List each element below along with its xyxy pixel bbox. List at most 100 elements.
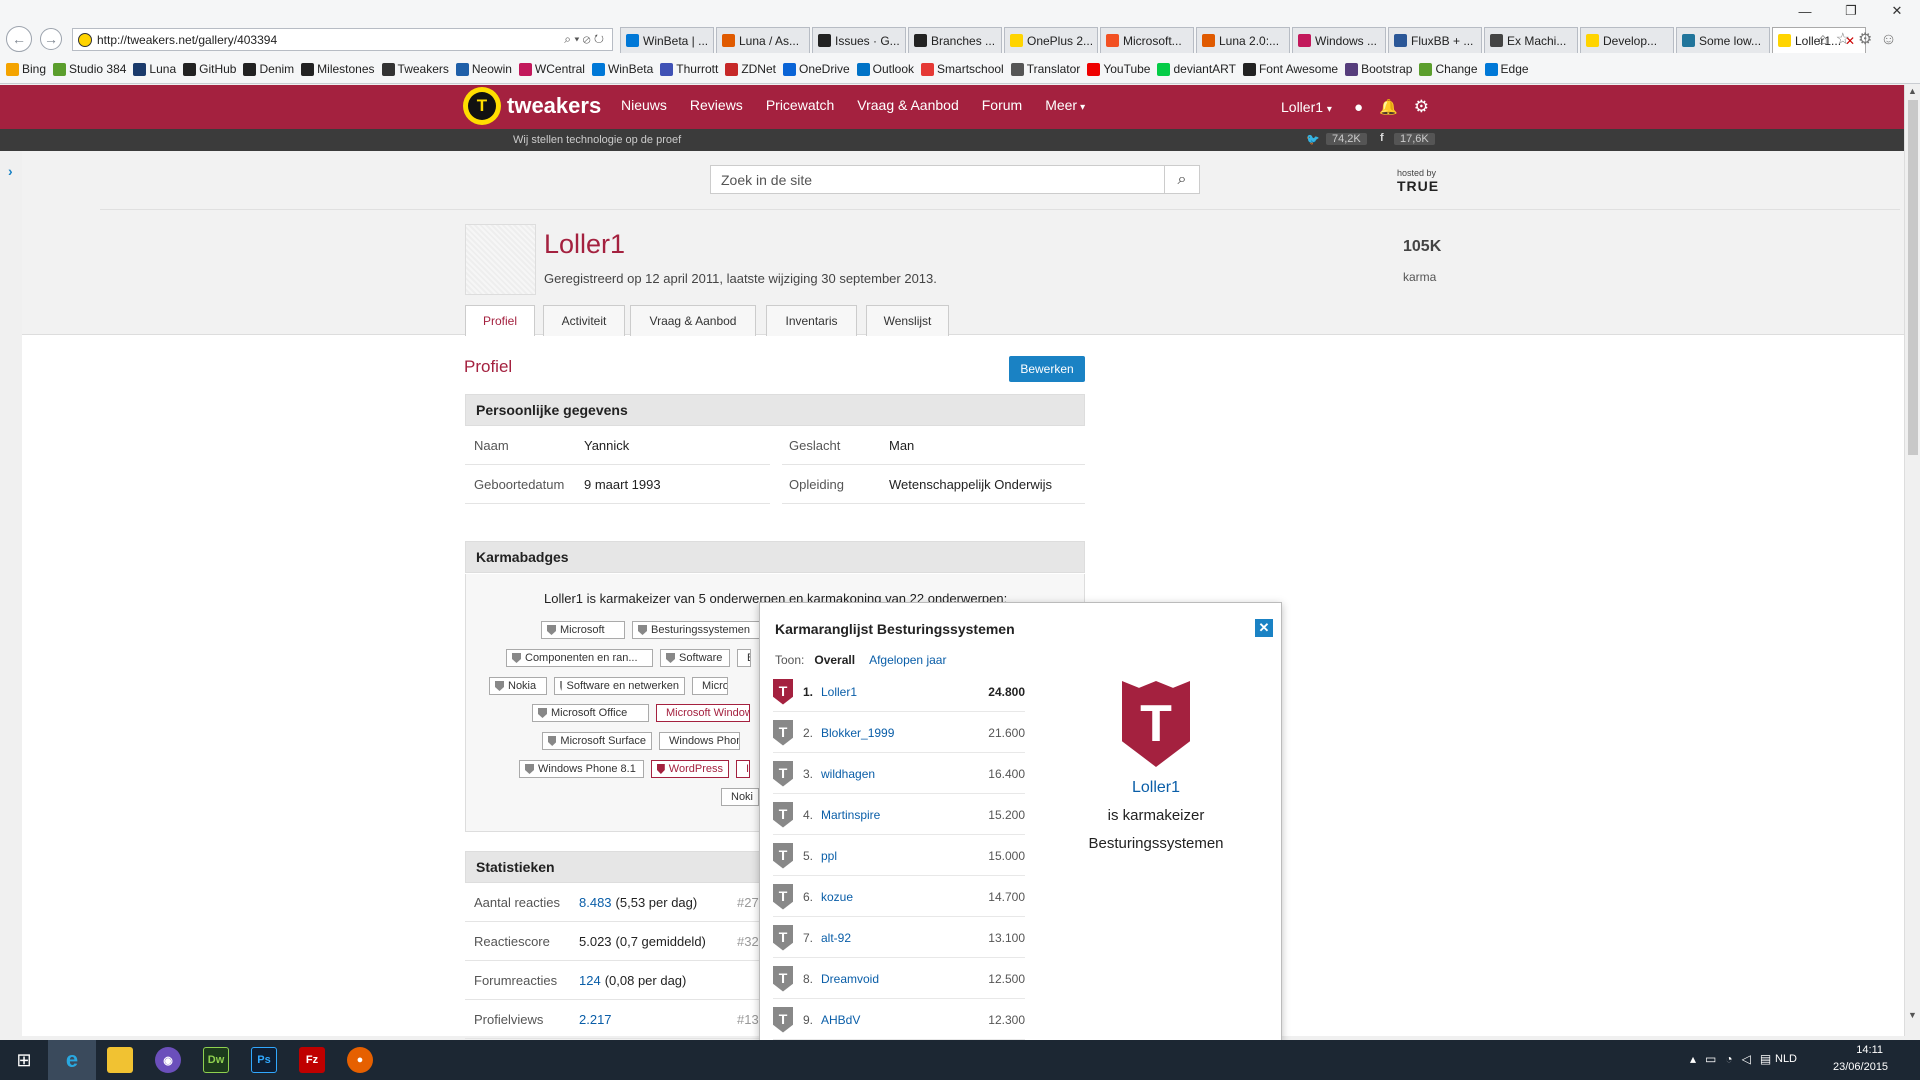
rank-user-link[interactable]: alt-92 [821, 931, 988, 945]
browser-tab[interactable]: Luna / As... [716, 27, 810, 53]
browser-tab[interactable]: Issues · G... [812, 27, 906, 53]
sidebar-expand-icon[interactable]: › [8, 163, 13, 179]
favorite-item[interactable]: Outlook [856, 62, 914, 76]
browser-tab[interactable]: WinBeta | ... [620, 27, 714, 53]
address-bar[interactable]: http://tweakers.net/gallery/403394 ⌕ ▾ ⊘… [72, 28, 613, 51]
favorite-item[interactable]: Luna [133, 62, 176, 76]
nav-item[interactable]: Reviews [690, 97, 743, 113]
scroll-up-icon[interactable]: ▲ [1908, 86, 1917, 96]
favorite-item[interactable]: deviantART [1157, 62, 1236, 76]
browser-tab[interactable]: FluxBB + ... [1388, 27, 1482, 53]
karma-badge[interactable]: Nokia [489, 677, 547, 695]
stat-value[interactable]: 5.023 [579, 934, 612, 949]
rank-user-link[interactable]: ppl [821, 849, 988, 863]
browser-tab[interactable]: Windows ... [1292, 27, 1386, 53]
bell-icon[interactable]: 🔔 [1379, 98, 1398, 116]
favorite-item[interactable]: Tweakers [381, 62, 449, 76]
favorites-star-icon[interactable]: ☆ [1836, 31, 1858, 48]
favorite-item[interactable]: OneDrive [782, 62, 850, 76]
search-input[interactable]: Zoek in de site [710, 165, 1200, 194]
tab-activiteit[interactable]: Activiteit [543, 305, 625, 336]
favorite-item[interactable]: Thurrott [660, 62, 718, 76]
back-button[interactable]: ← [6, 26, 32, 52]
karma-badge[interactable]: Software [660, 649, 730, 667]
karma-badge[interactable]: Microsoft Office [532, 704, 649, 722]
stat-value[interactable]: 124 [579, 973, 601, 988]
nav-item[interactable]: Meer ▾ [1045, 97, 1085, 113]
browser-tab[interactable]: Ex Machi... [1484, 27, 1578, 53]
smiley-icon[interactable]: ☺ [1880, 31, 1904, 48]
taskbar-firefox[interactable]: ● [336, 1040, 384, 1080]
karma-badge[interactable]: Noki [721, 788, 759, 806]
address-actions-icon[interactable]: ⌕ ▾ ⊘ ↻ [564, 32, 604, 47]
favorite-item[interactable]: YouTube [1087, 62, 1150, 76]
close-icon[interactable]: ✕ [1255, 619, 1273, 637]
favorite-item[interactable]: Bing [6, 62, 46, 76]
host-logo[interactable]: TRUE [1397, 178, 1439, 194]
karma-badge[interactable]: Software en netwerken [554, 677, 685, 695]
minimize-button[interactable]: — [1782, 0, 1828, 22]
tray-date[interactable]: 23/06/2015 [1833, 1061, 1888, 1073]
scrollbar-thumb[interactable] [1908, 100, 1918, 455]
karma-badge[interactable]: Microsoft Windows 8 [656, 704, 750, 722]
close-window-button[interactable]: ✕ [1874, 0, 1920, 22]
filter-afgelopen-jaar[interactable]: Afgelopen jaar [869, 653, 946, 667]
tray-time[interactable]: 14:11 [1833, 1044, 1883, 1056]
tray-language[interactable]: NLD [1775, 1053, 1797, 1065]
nav-item[interactable]: Pricewatch [766, 97, 834, 113]
favorite-item[interactable]: Denim [243, 62, 294, 76]
site-logo[interactable]: T tweakers [463, 87, 601, 125]
karma-badge[interactable]: B [737, 649, 751, 667]
favorite-item[interactable]: Smartschool [921, 62, 1004, 76]
karma-badge[interactable]: Microsoft [541, 621, 625, 639]
taskbar-explorer[interactable] [96, 1040, 144, 1080]
favorite-item[interactable]: Milestones [301, 62, 375, 76]
rank-user-link[interactable]: wildhagen [821, 767, 988, 781]
start-button[interactable]: ⊞ [0, 1040, 48, 1080]
favorite-item[interactable]: Edge [1484, 62, 1529, 76]
browser-tab[interactable]: Branches ... [908, 27, 1002, 53]
rank-user-link[interactable]: AHBdV [821, 1013, 988, 1027]
nav-item[interactable]: Vraag & Aanbod [857, 97, 958, 113]
user-menu[interactable]: Loller1 ▾ [1281, 99, 1332, 115]
twitter-icon[interactable]: 🐦 [1306, 133, 1320, 146]
browser-tab[interactable]: Develop... [1580, 27, 1674, 53]
karma-badge[interactable]: WordPress [651, 760, 729, 778]
taskbar-ie[interactable]: e [48, 1040, 96, 1080]
scroll-down-icon[interactable]: ▼ [1908, 1010, 1917, 1020]
vertical-scrollbar[interactable]: ▲ ▼ [1904, 85, 1920, 1036]
browser-tab[interactable]: Microsoft... [1100, 27, 1194, 53]
avatar[interactable] [465, 224, 536, 295]
karma-badge[interactable]: I [736, 760, 750, 778]
nav-item[interactable]: Nieuws [621, 97, 667, 113]
rank-user-link[interactable]: Dreamvoid [821, 972, 988, 986]
stat-value[interactable]: 8.483 [579, 895, 612, 910]
rank-user-link[interactable]: kozue [821, 890, 988, 904]
favorite-item[interactable]: Translator [1010, 62, 1080, 76]
search-button[interactable]: ⌕ [1164, 165, 1200, 194]
stat-value[interactable]: 2.217 [579, 1012, 612, 1027]
forward-button[interactable]: → [40, 28, 62, 50]
rank-user-link[interactable]: Martinspire [821, 808, 988, 822]
karma-badge[interactable]: Microsoft Surface [542, 732, 652, 750]
maximize-button[interactable]: ❐ [1828, 0, 1874, 22]
edit-button[interactable]: Bewerken [1009, 356, 1085, 382]
karma-badge[interactable]: Componenten en ran... [506, 649, 653, 667]
rank-user-link[interactable]: Loller1 [821, 685, 988, 699]
karma-badge[interactable]: Windows Phone 8.1 [519, 760, 644, 778]
karma-badge[interactable]: Windows Phone [659, 732, 740, 750]
tab-profiel[interactable]: Profiel [465, 305, 535, 336]
karma-badge[interactable]: Microsof [692, 677, 728, 695]
taskbar-photoshop[interactable]: Ps [240, 1040, 288, 1080]
nav-item[interactable]: Forum [982, 97, 1022, 113]
favorite-item[interactable]: Neowin [455, 62, 512, 76]
highlight-name[interactable]: Loller1 [1050, 779, 1262, 797]
chat-icon[interactable]: ● [1354, 99, 1363, 116]
favorite-item[interactable]: ZDNet [725, 62, 776, 76]
settings-gear-icon[interactable]: ⚙ [1858, 31, 1880, 48]
karma-badge[interactable]: Besturingssystemen [632, 621, 764, 639]
home-icon[interactable]: ⌂ [1818, 31, 1836, 48]
taskbar-app[interactable]: ◉ [144, 1040, 192, 1080]
favorite-item[interactable]: Bootstrap [1345, 62, 1412, 76]
rank-user-link[interactable]: Blokker_1999 [821, 726, 988, 740]
